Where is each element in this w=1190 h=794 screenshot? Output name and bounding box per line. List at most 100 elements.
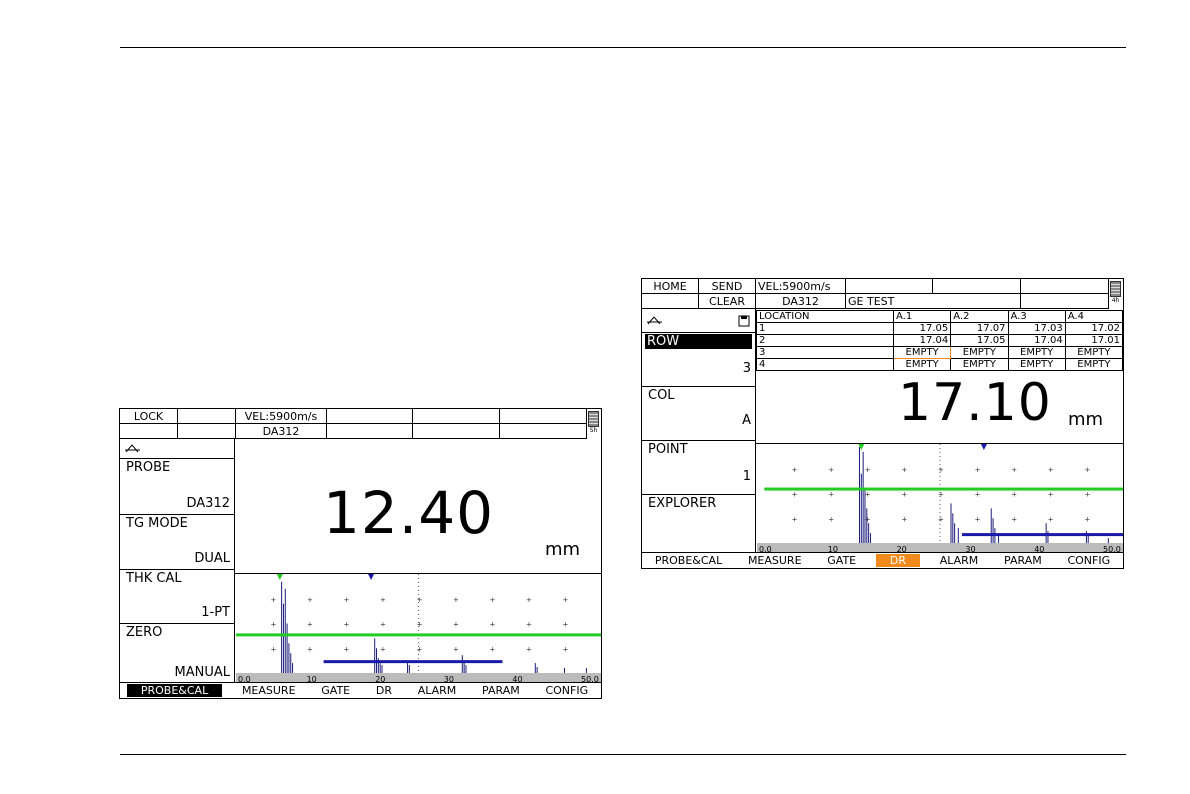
rectify-icon (647, 316, 662, 325)
tab-param[interactable]: PARAM (998, 554, 1048, 567)
menu-value: DA312 (186, 496, 231, 511)
table-cell[interactable]: 17.04 (1007, 334, 1066, 347)
menu-item-row[interactable]: ROW 3 (642, 333, 755, 387)
menu-item-explorer[interactable]: EXPLORER (642, 495, 755, 553)
battery-icon: Sh (587, 410, 600, 436)
grid-dot: + (828, 466, 834, 474)
table-cell[interactable]: 17.02 (1064, 322, 1124, 335)
file-name: GE TEST (846, 294, 1021, 309)
top-rule (120, 47, 1126, 48)
tab-gate[interactable]: GATE (315, 684, 356, 697)
grid-dot: + (792, 466, 798, 474)
gate-b-marker (368, 574, 375, 580)
menu-item-col[interactable]: COL A (642, 387, 755, 441)
thickness-unit: mm (1068, 409, 1104, 430)
tab-dr[interactable]: DR (370, 684, 398, 697)
tab-alarm[interactable]: ALARM (934, 554, 985, 567)
table-cell: 3 (756, 346, 894, 359)
tab-probe-cal[interactable]: PROBE&CAL (649, 554, 728, 567)
table-cell[interactable]: EMPTY (950, 346, 1009, 359)
grid-dot: + (380, 645, 386, 653)
table-cell[interactable]: EMPTY (1064, 346, 1124, 359)
data-recorder-table: LOCATION A.1 A.2 A.3 A.4 1 17.05 17.07 1… (756, 310, 1124, 371)
grid-dot: + (1048, 491, 1054, 499)
tab-config[interactable]: CONFIG (539, 684, 594, 697)
lock-button[interactable]: LOCK (120, 409, 178, 424)
menu-item-probe[interactable]: PROBE DA312 (120, 459, 234, 515)
menu-label: POINT (648, 442, 688, 457)
table-cell[interactable]: EMPTY (892, 358, 952, 371)
tab-dr[interactable]: DR (875, 554, 920, 567)
velocity-readout: VEL:5900m/s (236, 409, 327, 424)
status-cell (327, 409, 413, 424)
table-cell[interactable]: EMPTY (1007, 358, 1066, 371)
grid-dot: + (344, 596, 350, 604)
grid-dot: + (1048, 466, 1054, 474)
reading-panel: 17.10 mm (756, 373, 1123, 444)
menu-tabs: PROBE&CAL MEASURE GATE DR ALARM PARAM CO… (120, 682, 601, 698)
tab-measure[interactable]: MEASURE (236, 684, 302, 697)
grid-dot: + (975, 466, 981, 474)
table-header: A.2 (950, 310, 1009, 323)
status-cell (1021, 279, 1109, 294)
save-icon[interactable] (738, 315, 750, 327)
gate-a-marker (276, 574, 283, 580)
menu-label: PROBE (126, 460, 171, 475)
status-cell (413, 409, 500, 424)
clear-button[interactable]: CLEAR (699, 294, 756, 309)
table-cell[interactable]: 17.03 (1007, 322, 1066, 335)
thickness-reading: 17.10 (898, 373, 1052, 433)
table-row[interactable]: 3 EMPTY EMPTY EMPTY EMPTY (756, 346, 1124, 359)
a-scan-plot: +++++++++++++++++++++++++++0.0 10 20 30 40 50… (236, 574, 601, 683)
grid-dot: + (865, 515, 871, 523)
table-row[interactable]: 2 17.04 17.05 17.04 17.01 (756, 334, 1124, 347)
grid-dot: + (307, 621, 313, 629)
menu-label: THK CAL (126, 571, 182, 586)
table-row[interactable]: 1 17.05 17.07 17.03 17.02 (756, 322, 1124, 335)
tab-measure[interactable]: MEASURE (742, 554, 808, 567)
table-row[interactable]: 4 EMPTY EMPTY EMPTY EMPTY (756, 358, 1124, 371)
grid-dot: + (1011, 515, 1017, 523)
status-cell (413, 424, 500, 439)
grid-dot: + (490, 645, 496, 653)
menu-item-tg-mode[interactable]: TG MODE DUAL (120, 515, 234, 570)
tab-alarm[interactable]: ALARM (412, 684, 463, 697)
grid-dot: + (828, 515, 834, 523)
send-button[interactable]: SEND (699, 279, 756, 294)
tab-gate[interactable]: GATE (821, 554, 862, 567)
grid-dot: + (901, 515, 907, 523)
gate-a-line (236, 633, 601, 637)
gate-b-marker (980, 444, 987, 450)
tab-config[interactable]: CONFIG (1061, 554, 1116, 567)
rectify-row (642, 309, 755, 333)
grid-dot: + (1011, 466, 1017, 474)
table-cell-selected[interactable]: EMPTY (892, 346, 952, 359)
gate-b-line (323, 660, 503, 664)
table-cell[interactable]: 17.01 (1064, 334, 1124, 347)
status-row-1: HOME SEND VEL:5900m/s (642, 279, 1109, 294)
home-button[interactable]: HOME (642, 279, 699, 294)
menu-item-thk-cal[interactable]: THK CAL 1-PT (120, 570, 234, 624)
table-cell: 1 (756, 322, 894, 335)
menu-label: ROW (645, 334, 752, 349)
tab-param[interactable]: PARAM (476, 684, 526, 697)
table-cell[interactable]: EMPTY (1064, 358, 1124, 371)
tab-probe-cal[interactable]: PROBE&CAL (126, 684, 223, 697)
table-cell[interactable]: 17.04 (892, 334, 952, 347)
grid-dot: + (380, 621, 386, 629)
status-cell (178, 424, 236, 439)
menu-item-point[interactable]: POINT 1 (642, 441, 755, 495)
table-cell[interactable]: 17.05 (892, 322, 952, 335)
table-cell[interactable]: 17.07 (950, 322, 1009, 335)
table-cell[interactable]: 17.05 (950, 334, 1009, 347)
battery-icon: 4h (1109, 280, 1122, 306)
grid-dot: + (307, 645, 313, 653)
table-cell[interactable]: EMPTY (1007, 346, 1066, 359)
table-header: A.3 (1007, 310, 1066, 323)
reading-panel: 12.40 mm (235, 439, 601, 574)
grid-dot: + (563, 645, 569, 653)
status-cell (642, 294, 699, 309)
table-cell[interactable]: EMPTY (950, 358, 1009, 371)
probe-readout: DA312 (236, 424, 327, 439)
menu-item-zero[interactable]: ZERO MANUAL (120, 624, 234, 683)
